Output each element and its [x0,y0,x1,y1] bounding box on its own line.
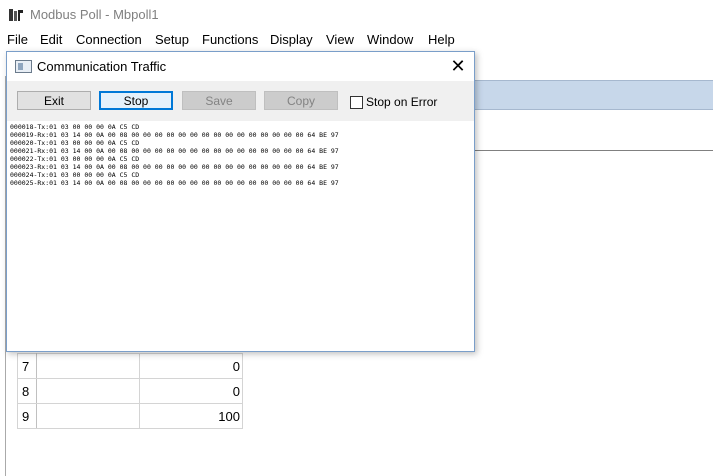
menu-help[interactable]: Help [428,32,455,47]
row-index: 8 [17,378,37,404]
menu-functions[interactable]: Functions [202,32,258,47]
alias-cell[interactable] [36,403,140,429]
exit-button[interactable]: Exit [17,91,91,110]
list-item: 000018-Tx:01 03 00 00 00 0A C5 CD [10,123,140,131]
save-button[interactable]: Save [182,91,256,110]
list-item: 000025-Rx:01 03 14 00 0A 00 08 00 00 00 … [10,179,339,187]
copy-button[interactable]: Copy [264,91,338,110]
app-title-bar: Modbus Poll - Mbpoll1 [0,0,713,30]
dialog-toolbar: Exit Stop Save Copy Stop on Error [7,81,474,121]
menu-display[interactable]: Display [270,32,313,47]
alias-cell[interactable] [36,353,140,379]
list-item: 000024-Tx:01 03 00 00 00 0A C5 CD [10,171,140,179]
dialog-title: Communication Traffic [37,59,167,74]
menu-bar: File Edit Connection Setup Functions Dis… [0,30,713,50]
list-item: 000020-Tx:01 03 00 00 00 0A C5 CD [10,139,140,147]
menu-file[interactable]: File [7,32,28,47]
row-index: 7 [17,353,37,379]
modbus-poll-app-icon [9,9,23,21]
row-index: 9 [17,403,37,429]
list-item: 000023-Rx:01 03 14 00 0A 00 08 00 00 00 … [10,163,339,171]
app-title: Modbus Poll - Mbpoll1 [30,7,159,22]
stop-button[interactable]: Stop [99,91,173,110]
window-icon [15,60,32,73]
value-cell[interactable]: 100 [139,403,243,429]
traffic-log[interactable]: 000018-Tx:01 03 00 00 00 0A C5 CD 000019… [7,121,474,351]
table-row[interactable]: 8 0 [17,378,243,404]
stop-on-error-checkbox[interactable] [350,96,363,109]
menu-setup[interactable]: Setup [155,32,189,47]
value-cell[interactable]: 0 [139,378,243,404]
table-row[interactable]: 7 0 [17,353,243,379]
menu-view[interactable]: View [326,32,354,47]
dialog-title-bar[interactable]: Communication Traffic ✕ [7,52,474,81]
value-cell[interactable]: 0 [139,353,243,379]
child-window-divider [470,150,713,151]
list-item: 000019-Rx:01 03 14 00 0A 00 08 00 00 00 … [10,131,339,139]
list-item: 000021-Rx:01 03 14 00 0A 00 08 00 00 00 … [10,147,339,155]
communication-traffic-dialog: Communication Traffic ✕ Exit Stop Save C… [6,51,475,352]
child-window-title-strip[interactable] [470,80,713,110]
stop-on-error-label[interactable]: Stop on Error [366,95,437,109]
register-grid: 7 0 8 0 9 100 [17,353,243,429]
menu-window[interactable]: Window [367,32,413,47]
table-row[interactable]: 9 100 [17,403,243,429]
menu-edit[interactable]: Edit [40,32,62,47]
close-icon[interactable]: ✕ [447,55,469,77]
menu-connection[interactable]: Connection [76,32,142,47]
alias-cell[interactable] [36,378,140,404]
list-item: 000022-Tx:01 03 00 00 00 0A C5 CD [10,155,140,163]
